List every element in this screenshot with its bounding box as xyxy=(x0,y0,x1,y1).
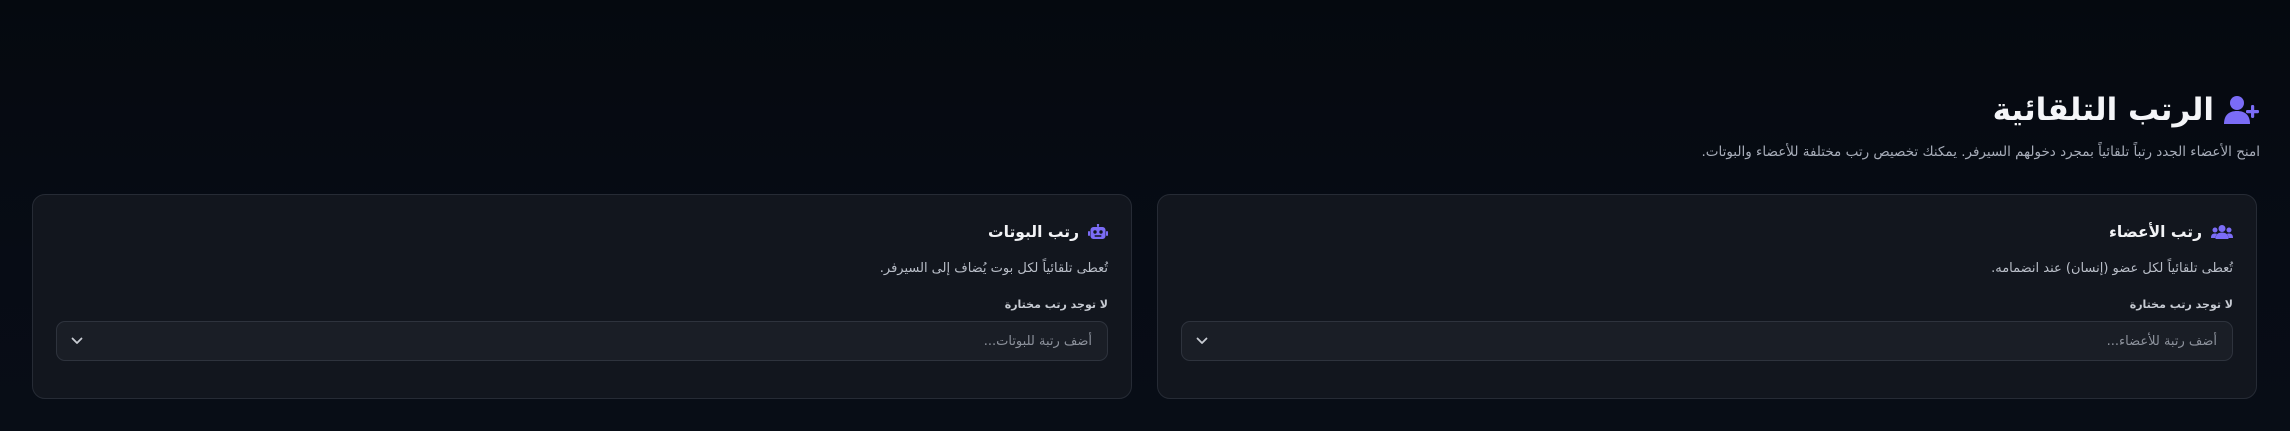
auto-roles-page: الرتب التلقائية امنح الأعضاء الجدد رتباً… xyxy=(0,0,2290,431)
bots-selected-roles-label: لا توجد رتب مختارة xyxy=(1004,298,1108,311)
page-header: الرتب التلقائية امنح الأعضاء الجدد رتباً… xyxy=(32,92,2260,160)
members-card-description: تُعطى تلقائياً لكل عضو (إنسان) عند انضما… xyxy=(1991,261,2233,276)
members-role-select[interactable]: أضف رتبة للأعضاء... xyxy=(1181,321,2233,361)
title-row: الرتب التلقائية xyxy=(32,92,2260,128)
members-roles-card: رتب الأعضاء تُعطى تلقائياً لكل عضو (إنسا… xyxy=(1157,194,2257,399)
members-selected-roles-label: لا توجد رتب مختارة xyxy=(2129,298,2233,311)
bots-card-title: رتب البوتات xyxy=(988,223,1079,241)
members-role-select-placeholder: أضف رتبة للأعضاء... xyxy=(2106,333,2217,349)
page-description: امنح الأعضاء الجدد رتباً تلقائياً بمجرد … xyxy=(1701,144,2260,160)
members-card-header: رتب الأعضاء xyxy=(1181,219,2233,245)
chevron-down-icon xyxy=(71,337,83,345)
members-card-title: رتب الأعضاء xyxy=(2108,223,2202,241)
chevron-down-icon xyxy=(1196,337,1208,345)
bots-card-description: تُعطى تلقائياً لكل بوت يُضاف إلى السيرفر… xyxy=(879,261,1108,276)
users-icon xyxy=(2211,224,2233,240)
bots-role-select[interactable]: أضف رتبة للبوتات... xyxy=(56,321,1108,361)
bots-card-header: رتب البوتات xyxy=(56,219,1108,245)
robot-icon xyxy=(1088,224,1108,240)
bots-role-select-placeholder: أضف رتبة للبوتات... xyxy=(983,333,1092,349)
user-plus-icon xyxy=(2224,95,2260,125)
bots-roles-card: رتب البوتات تُعطى تلقائياً لكل بوت يُضاف… xyxy=(32,194,1132,399)
role-cards: رتب الأعضاء تُعطى تلقائياً لكل عضو (إنسا… xyxy=(32,194,2257,399)
page-title: الرتب التلقائية xyxy=(1992,92,2214,128)
